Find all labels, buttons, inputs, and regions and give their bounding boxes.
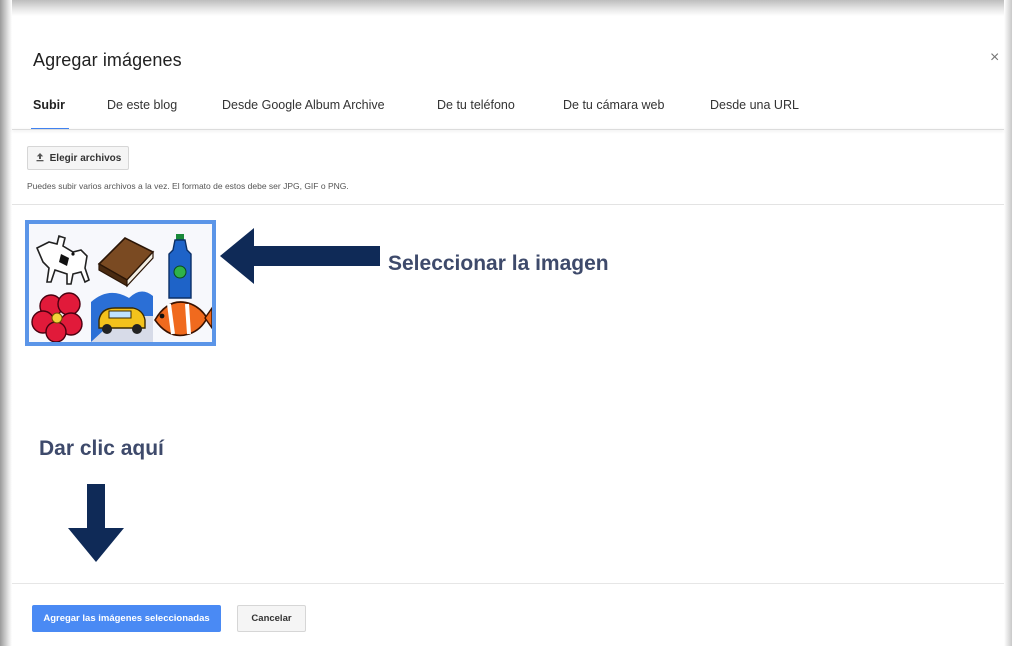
content-divider xyxy=(12,204,1004,205)
footer-divider xyxy=(12,583,1004,584)
tab-de-tu-telefono[interactable]: De tu teléfono xyxy=(437,94,515,130)
add-selected-images-button[interactable]: Agregar las imágenes seleccionadas xyxy=(32,605,221,632)
tab-de-este-blog[interactable]: De este blog xyxy=(107,94,177,130)
selectable-image-thumbnail[interactable] xyxy=(25,220,216,346)
arrow-left-icon xyxy=(220,228,380,284)
upload-icon xyxy=(35,152,45,165)
tab-desde-una-url[interactable]: Desde una URL xyxy=(710,94,799,130)
add-images-dialog: Agregar imágenes × Subir De este blog De… xyxy=(0,0,1012,646)
choose-files-label: Elegir archivos xyxy=(49,152,122,164)
upload-hint: Puedes subir varios archivos a la vez. E… xyxy=(27,181,349,191)
cancel-button[interactable]: Cancelar xyxy=(237,605,306,632)
click-here-annotation: Dar clic aquí xyxy=(39,437,164,460)
arrow-down-icon xyxy=(68,484,124,562)
choose-files-button[interactable]: Elegir archivos xyxy=(27,146,129,170)
dialog-title: Agregar imágenes xyxy=(33,50,182,70)
tab-de-tu-camara-web[interactable]: De tu cámara web xyxy=(563,94,664,130)
select-image-annotation: Seleccionar la imagen xyxy=(388,252,609,275)
tab-subir[interactable]: Subir xyxy=(31,94,69,130)
car-icon xyxy=(91,291,153,342)
tab-label: Subir xyxy=(33,98,65,112)
tab-google-album-archive[interactable]: Desde Google Album Archive xyxy=(222,94,385,130)
header-divider xyxy=(12,129,1004,130)
dialog-shadow-top xyxy=(0,0,1012,16)
dialog-shadow-right xyxy=(1004,0,1012,646)
dialog-shadow-left xyxy=(0,0,12,646)
close-icon[interactable]: × xyxy=(990,48,999,68)
